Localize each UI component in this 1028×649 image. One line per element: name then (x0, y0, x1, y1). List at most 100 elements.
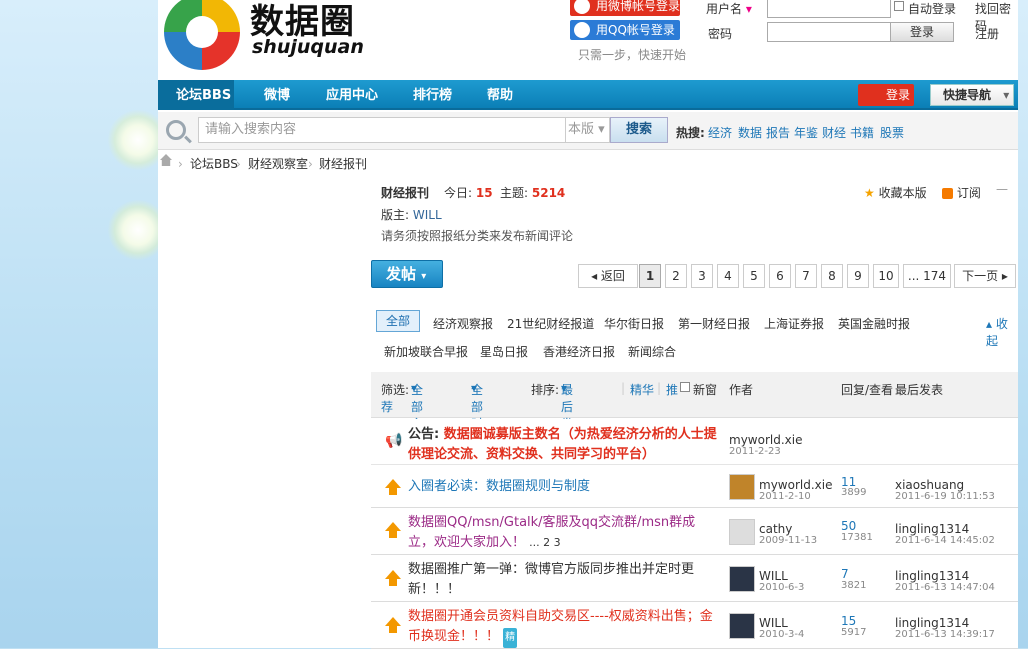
category-tab[interactable]: 星岛日报 (480, 343, 528, 360)
page-link[interactable]: 7 (795, 264, 817, 288)
page-link[interactable]: 10 (873, 264, 899, 288)
filter-recommend-wrap[interactable]: 荐 (381, 398, 393, 415)
subscribe-button[interactable]: 订阅 (942, 184, 981, 201)
qq-icon (574, 22, 590, 38)
nav-login-button[interactable]: 登录 (858, 84, 914, 106)
new-post-button[interactable]: 发帖 ▾ (371, 260, 443, 288)
last-post-user[interactable]: lingling1314 (895, 569, 969, 583)
pagination-next[interactable]: 下一页 ▸ (954, 264, 1016, 288)
search-icon (166, 120, 186, 140)
nav-bbs[interactable]: 论坛BBS (158, 80, 234, 110)
category-tab[interactable]: 新闻综合 (628, 343, 676, 360)
username-input[interactable] (767, 0, 891, 18)
thread-title[interactable]: 数据圈QQ/msn/Gtalk/客服及qq交流群/msn群成立，欢迎大家加入！ … (408, 513, 718, 553)
favorite-forum-button[interactable]: ★ 收藏本版 (864, 184, 927, 201)
page-link[interactable]: 4 (717, 264, 739, 288)
page-link[interactable]: 2 (665, 264, 687, 288)
last-post-time[interactable]: 2011-6-14 14:45:02 (895, 535, 995, 546)
sort-last-post[interactable]: 最后发表 ▾ (561, 381, 573, 448)
hot-search-link[interactable]: 经济 (708, 124, 732, 141)
reply-count[interactable]: 50 (841, 519, 856, 533)
avatar[interactable] (729, 519, 755, 545)
thread-date: 2011-2-23 (729, 446, 781, 457)
hot-search-link[interactable]: 书籍 (850, 124, 874, 141)
category-tab[interactable]: 第一财经日报 (678, 315, 750, 332)
page-link[interactable]: 5 (743, 264, 765, 288)
moderator-link[interactable]: WILL (413, 208, 442, 222)
collapse-forum-info-icon[interactable]: — (996, 182, 1008, 196)
page-link[interactable]: 1 (639, 264, 661, 288)
star-icon: ★ (864, 186, 875, 200)
avatar[interactable] (729, 613, 755, 639)
category-tab[interactable]: 上海证券报 (764, 315, 824, 332)
hot-search-link[interactable]: 报告 (766, 124, 790, 141)
auto-login-checkbox[interactable] (894, 1, 904, 11)
last-post-time[interactable]: 2011-6-13 14:39:17 (895, 629, 995, 640)
category-tab[interactable]: 经济观察报 (433, 315, 493, 332)
avatar[interactable] (729, 566, 755, 592)
password-input[interactable] (767, 22, 891, 42)
hot-search-link[interactable]: 数据 (738, 124, 762, 141)
filter-all-time[interactable]: 全部时间 ▾ (471, 381, 483, 448)
page-link[interactable]: 8 (821, 264, 843, 288)
hot-search-link[interactable]: 财经 (822, 124, 846, 141)
last-post-time[interactable]: 2011-6-13 14:47:04 (895, 582, 995, 593)
hot-search-link[interactable]: 年鉴 (794, 124, 818, 141)
qq-login-button[interactable]: 用QQ帐号登录 (570, 20, 680, 40)
site-logo[interactable]: 数据圈 shujuquan (164, 0, 364, 70)
hot-search-label: 热搜: (676, 126, 705, 140)
page-link-last[interactable]: ... 174 (903, 264, 951, 288)
thread-title[interactable]: 入圈者必读：数据圈规则与制度 (408, 477, 590, 497)
quick-nav-dropdown[interactable]: 快捷导航 ▾ (930, 84, 1014, 106)
digest-badge: 精 (503, 628, 518, 648)
breadcrumb-item[interactable]: 论坛BBS (190, 154, 238, 174)
new-window-checkbox[interactable] (680, 382, 690, 392)
category-tab[interactable]: 香港经济日报 (543, 343, 615, 360)
search-scope-select[interactable]: 本版 ▾ (566, 117, 610, 143)
last-post-time[interactable]: 2011-6-19 10:11:53 (895, 491, 995, 502)
page-link[interactable]: 3 (691, 264, 713, 288)
category-tab[interactable]: 华尔街日报 (604, 315, 664, 332)
notice-title[interactable]: 公告: 数据圈诚募版主数名（为热爱经济分析的人士提供理论交流、资料交换、共同学习… (408, 425, 718, 465)
thread-page-links[interactable]: ... 2 3 (529, 536, 560, 549)
nav-help[interactable]: 帮助 (487, 80, 513, 110)
reply-count[interactable]: 7 (841, 567, 849, 581)
nav-weibo[interactable]: 微博 (264, 80, 290, 110)
thread-author[interactable]: myworld.xie (759, 478, 832, 492)
filter-digest[interactable]: 精华 (630, 381, 654, 398)
collapse-categories[interactable]: ▴ 收起 (986, 315, 1018, 349)
last-post-user[interactable]: lingling1314 (895, 522, 969, 536)
breadcrumb-item[interactable]: 财经观察室 (248, 154, 308, 174)
thread-title[interactable]: 数据圈开通会员资料自助交易区----权威资料出售；金币换现金！！！ 精 (408, 607, 718, 648)
login-button[interactable]: 登录 (890, 22, 954, 42)
thread-author[interactable]: WILL (759, 616, 788, 630)
breadcrumb-item[interactable]: 财经报刊 (319, 154, 367, 174)
forum-description: 请务须按照报纸分类来发布新闻评论 (381, 229, 574, 243)
search-input[interactable]: 请输入搜索内容 (198, 117, 566, 143)
sort-label: 排序: (531, 383, 560, 397)
thread-author[interactable]: myworld.xie (729, 433, 802, 447)
hot-search-link[interactable]: 股票 (880, 124, 904, 141)
page-link[interactable]: 6 (769, 264, 791, 288)
last-post-user[interactable]: xiaoshuang (895, 478, 964, 492)
search-button[interactable]: 搜索 (610, 117, 668, 143)
thread-title[interactable]: 数据圈推广第一弹：微博官方版同步推出并定时更新！！！ (408, 560, 718, 600)
nav-ranking[interactable]: 排行榜 (413, 80, 452, 110)
thread-author[interactable]: WILL (759, 569, 788, 583)
register-link[interactable]: 注册 (975, 25, 999, 42)
category-all[interactable]: 全部 (376, 310, 420, 332)
category-tab[interactable]: 21世纪财经报道 (507, 315, 594, 332)
nav-apps[interactable]: 应用中心 (326, 80, 378, 110)
last-post-user[interactable]: lingling1314 (895, 616, 969, 630)
avatar[interactable] (729, 474, 755, 500)
category-tab[interactable]: 英国金融时报 (838, 315, 910, 332)
pagination-prev[interactable]: ◂ 返回 (578, 264, 638, 288)
reply-count[interactable]: 15 (841, 614, 856, 628)
home-icon[interactable] (160, 154, 172, 166)
page-link[interactable]: 9 (847, 264, 869, 288)
filter-all-topics[interactable]: 全部主题 ▾ (411, 381, 423, 448)
filter-recommend[interactable]: 推 (666, 381, 678, 398)
weibo-login-button[interactable]: 用微博帐号登录 (570, 0, 680, 16)
category-tab[interactable]: 新加坡联合早报 (384, 343, 468, 360)
thread-author[interactable]: cathy (759, 522, 792, 536)
